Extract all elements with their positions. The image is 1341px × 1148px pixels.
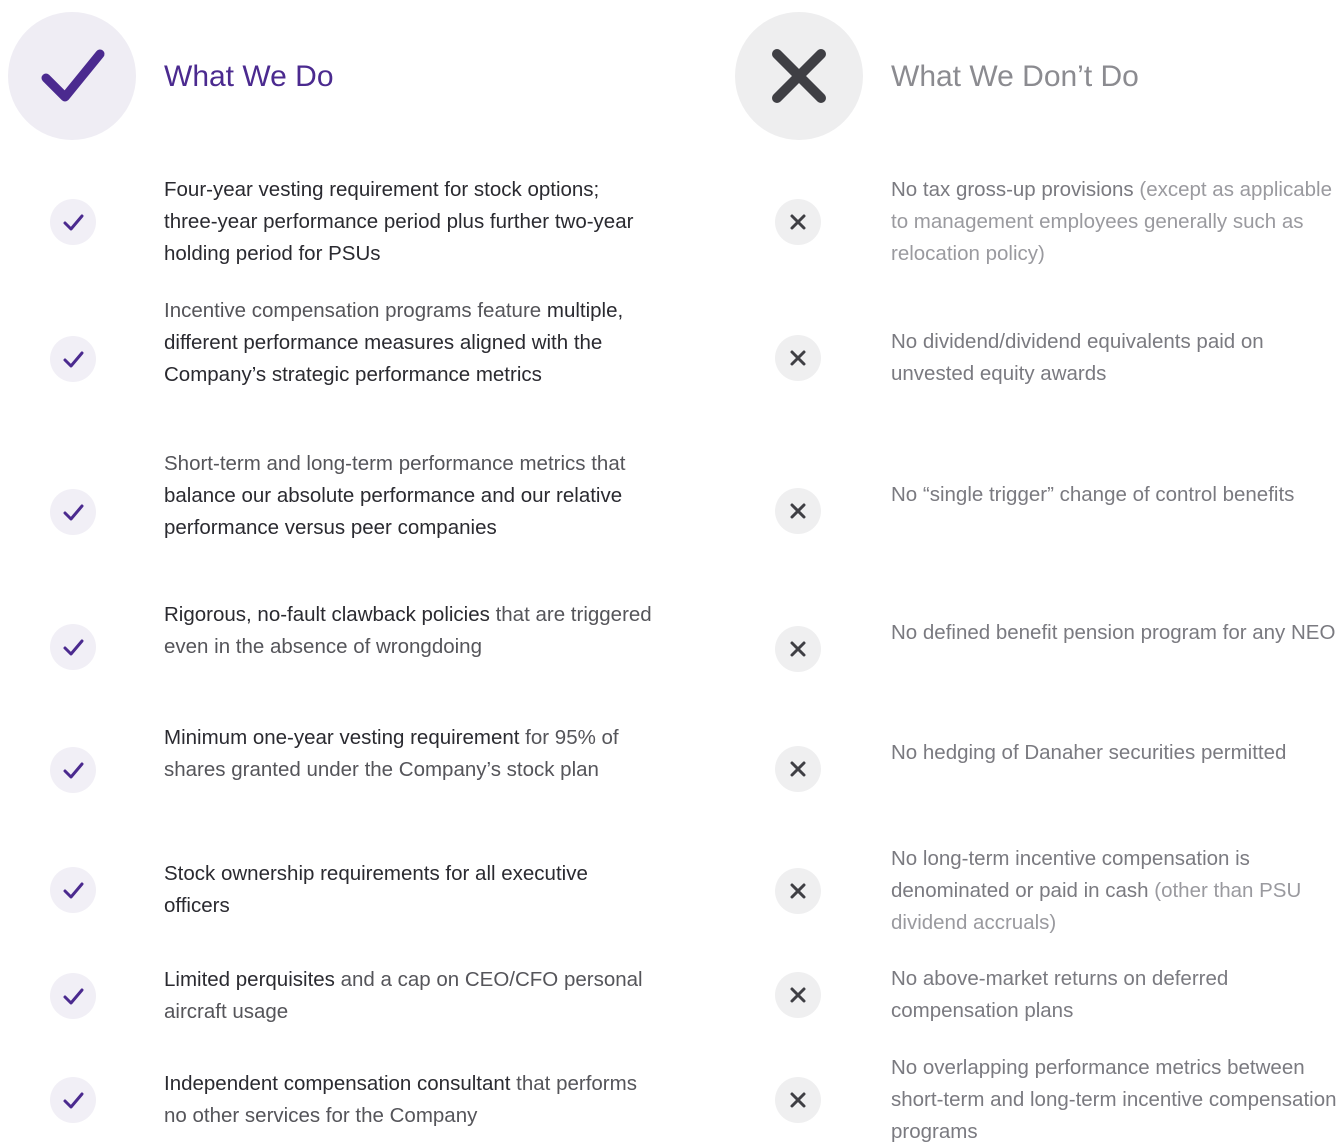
checkmark-icon [63, 214, 84, 231]
checkmark-icon [63, 762, 84, 779]
dont-item-text: No hedging of Danaher securities permitt… [891, 741, 1287, 764]
dont-item-text: No dividend/dividend equivalents paid on… [891, 330, 1264, 385]
checkmark-icon [63, 504, 84, 521]
check-badge [50, 747, 96, 793]
do-item-text: Four-year vesting requirement for stock … [164, 178, 634, 265]
check-badge [50, 624, 96, 670]
x-badge [775, 868, 821, 914]
check-badge [50, 867, 96, 913]
do-item-text: Independent compensation consultant that… [164, 1072, 637, 1127]
x-mark-icon [790, 641, 806, 657]
check-badge [50, 199, 96, 245]
checkmark-icon [41, 49, 105, 102]
dont-item-text: No long-term incentive compensation is d… [891, 847, 1302, 934]
x-badge [775, 626, 821, 672]
what-we-do-title: What We Do [164, 60, 334, 93]
checkmark-badge [8, 12, 136, 140]
dont-item-text: No tax gross-up provisions (except as ap… [891, 178, 1332, 265]
what-we-dont-do-title: What We Don’t Do [891, 60, 1139, 93]
x-mark-icon [790, 987, 806, 1003]
do-item-text: Incentive compensation programs feature … [164, 299, 624, 386]
dont-item-text: No defined benefit pension program for a… [891, 621, 1336, 644]
checkmark-icon [63, 351, 84, 368]
x-mark-icon [790, 503, 806, 519]
x-badge [775, 746, 821, 792]
x-badge [775, 335, 821, 381]
x-mark-icon [772, 49, 826, 103]
checkmark-icon [63, 882, 84, 899]
checkmark-icon [63, 639, 84, 656]
check-badge [50, 973, 96, 1019]
check-badge [50, 1077, 96, 1123]
check-badge [50, 489, 96, 535]
check-badge [50, 336, 96, 382]
do-item-text: Rigorous, no-fault clawback policies tha… [164, 603, 652, 658]
x-mark-badge [735, 12, 863, 140]
checkmark-icon [63, 988, 84, 1005]
what-we-dont-do-header: What We Don’t Do [733, 0, 1341, 140]
do-item-text: Short-term and long-term performance met… [164, 452, 626, 539]
x-badge [775, 488, 821, 534]
do-item-text: Limited perquisites and a cap on CEO/CFO… [164, 968, 643, 1023]
x-badge [775, 1077, 821, 1123]
dont-item-text: No overlapping performance metrics betwe… [891, 1056, 1337, 1143]
x-mark-icon [790, 761, 806, 777]
checkmark-icon [63, 1092, 84, 1109]
x-badge [775, 199, 821, 245]
do-item-text: Minimum one-year vesting requirement for… [164, 726, 619, 781]
dont-item-text: No “single trigger” change of control be… [891, 483, 1295, 506]
x-mark-icon [790, 883, 806, 899]
do-item-text: Stock ownership requirements for all exe… [164, 862, 588, 917]
x-mark-icon [790, 350, 806, 366]
dont-item-text: No above-market returns on deferred comp… [891, 967, 1229, 1022]
x-badge [775, 972, 821, 1018]
what-we-do-header: What We Do [0, 0, 660, 140]
x-mark-icon [790, 1092, 806, 1108]
x-mark-icon [790, 214, 806, 230]
